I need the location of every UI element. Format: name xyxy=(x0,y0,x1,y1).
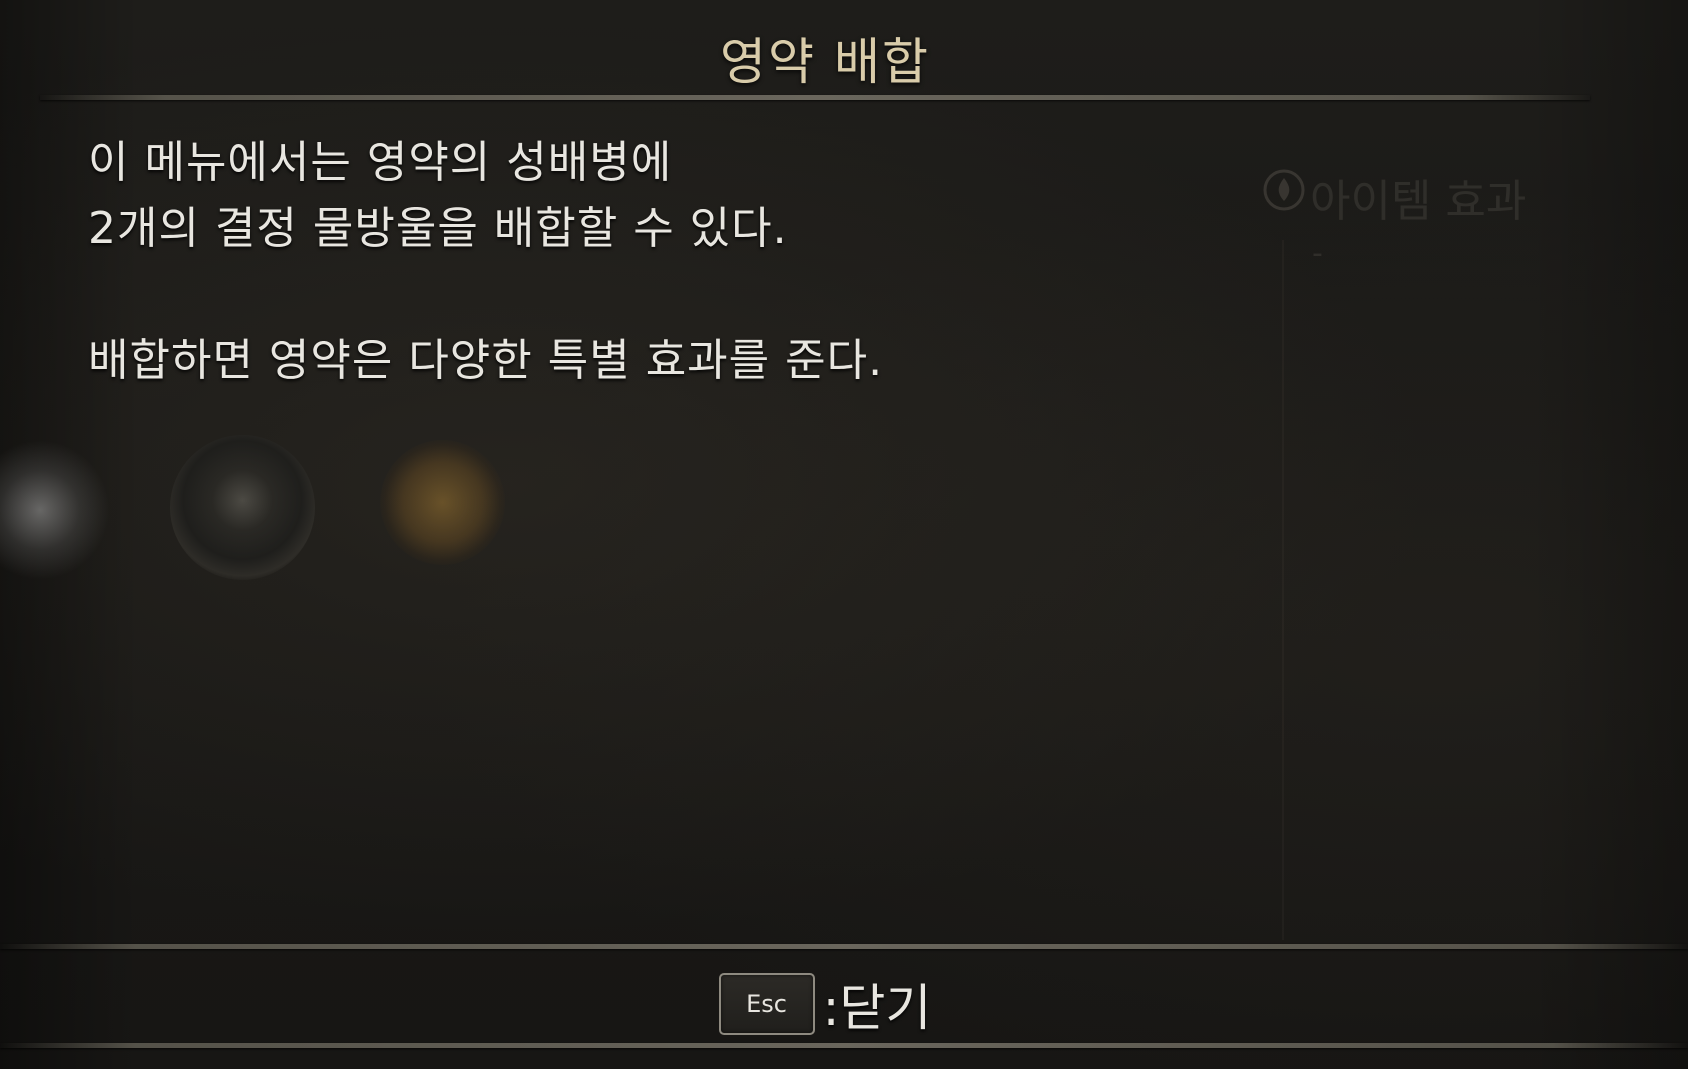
right-vignette xyxy=(1528,0,1688,1069)
background-panel-edge xyxy=(1282,240,1284,940)
dialog-title: 영약 배합 xyxy=(720,33,930,91)
crystal-tear-icon xyxy=(380,440,505,565)
footer-divider xyxy=(0,944,1688,949)
footer-controls: Esc :닫기 xyxy=(0,968,1650,1040)
item-effect-value: - xyxy=(1312,236,1323,271)
item-effect-label: 아이템 효과 xyxy=(1310,176,1527,227)
crystal-tear-icon xyxy=(170,435,315,580)
bottom-border xyxy=(0,1043,1688,1048)
description-line: 배합하면 영약은 다양한 특별 효과를 준다. xyxy=(88,335,884,386)
description-line: 2개의 결정 물방울을 배합할 수 있다. xyxy=(88,203,788,254)
dialog-description: 이 메뉴에서는 영약의 성배병에 2개의 결정 물방울을 배합할 수 있다. 배… xyxy=(88,130,1188,394)
title-divider xyxy=(40,95,1590,100)
tutorial-dialog: 아이템 효과 - 영약 배합 이 메뉴에서는 영약의 성배병에 2개의 결정 물… xyxy=(0,0,1688,1069)
close-action-label[interactable]: :닫기 xyxy=(823,968,932,1040)
esc-key-button[interactable]: Esc xyxy=(718,973,815,1035)
description-line: 이 메뉴에서는 영약의 성배병에 xyxy=(88,137,673,188)
